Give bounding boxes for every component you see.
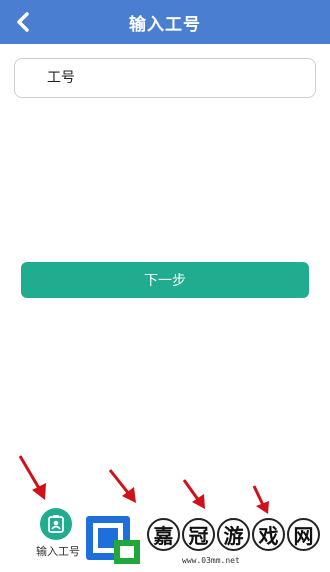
watermark-url: www.03mm.net (182, 556, 240, 565)
employee-id-input[interactable] (15, 59, 315, 97)
back-button[interactable] (10, 8, 36, 36)
watermark-char: 网 (287, 518, 320, 551)
watermark-char: 冠 (182, 518, 215, 551)
annotation-arrow-3 (182, 479, 205, 509)
annotation-arrow-1 (18, 455, 46, 500)
watermark-char: 游 (217, 518, 250, 551)
badge-person-icon (48, 515, 64, 533)
step-indicator-icon (40, 508, 72, 540)
step-label: 输入工号 (36, 545, 80, 558)
chevron-left-icon (17, 12, 29, 32)
page-title: 输入工号 (129, 14, 201, 35)
employee-id-field-wrapper (14, 58, 316, 98)
watermark-char: 戏 (252, 518, 285, 551)
watermark-char: 嘉 (147, 518, 180, 551)
next-step-button[interactable]: 下一步 (21, 262, 309, 298)
watermark-text: 嘉 冠 游 戏 网 (147, 518, 320, 551)
app-header: 输入工号 (0, 0, 330, 44)
annotation-arrow-4 (252, 485, 269, 514)
watermark-logo (86, 516, 140, 564)
annotation-arrow-2 (108, 469, 136, 503)
